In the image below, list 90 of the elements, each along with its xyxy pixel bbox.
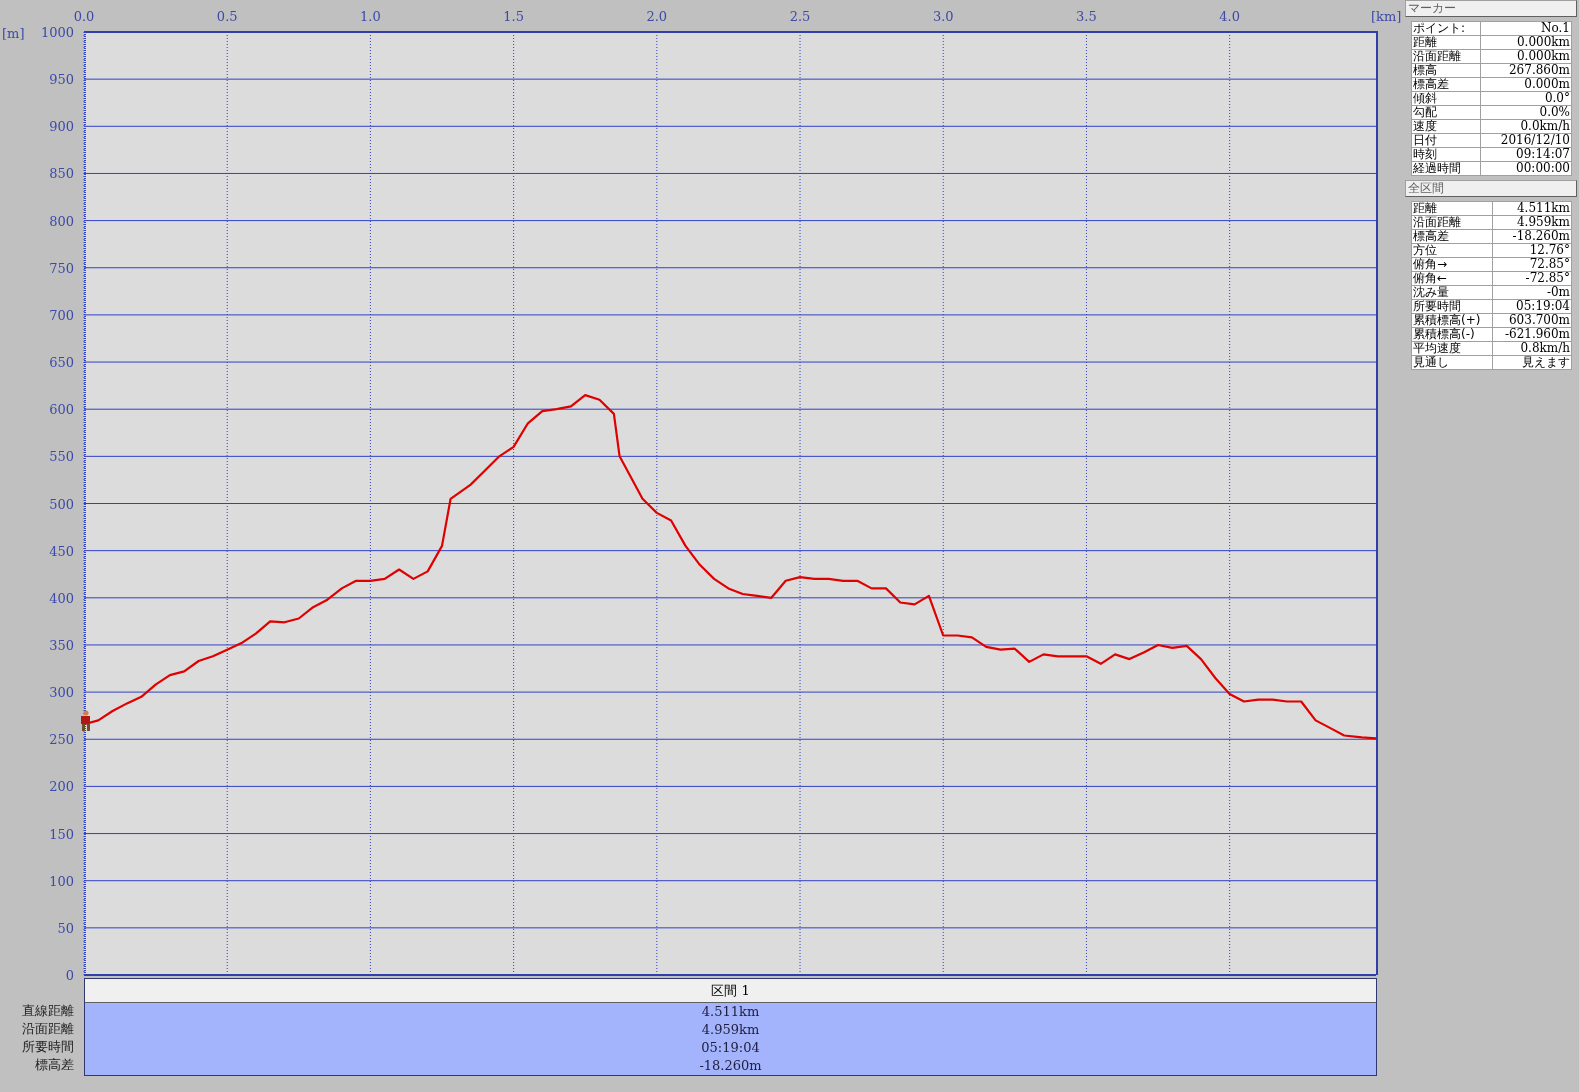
y-tick-label: 800 [49, 213, 74, 229]
info-label: 距離 [1411, 201, 1493, 216]
y-tick-label: 850 [49, 166, 74, 182]
y-tick-label: 350 [49, 637, 74, 653]
y-tick-label: 950 [49, 72, 74, 88]
info-value: 2016/12/10 [1480, 133, 1572, 148]
hiker-icon [78, 710, 93, 732]
y-tick-label: 750 [49, 260, 74, 276]
y-tick-label: 0 [65, 968, 74, 983]
row-value: 05:19:04 [700, 1039, 761, 1057]
x-tick-label: 2.0 [646, 9, 668, 24]
info-value: 0.000km [1480, 49, 1572, 64]
info-label: 方位 [1411, 243, 1493, 258]
x-tick-label: 3.0 [932, 9, 954, 24]
row-value: 4.959km [700, 1021, 761, 1039]
info-value: 05:19:04 [1492, 299, 1572, 314]
y-tick-label: 250 [49, 732, 74, 748]
info-value: 603.700m [1492, 313, 1572, 328]
row-label: 沿面距離 [21, 1020, 75, 1038]
info-value: No.1 [1480, 21, 1572, 36]
info-value: -0m [1492, 285, 1572, 300]
y-tick-label: 150 [49, 826, 74, 842]
y-tick-label: 500 [49, 496, 74, 512]
row-label: 標高差 [34, 1056, 75, 1074]
info-label: 俯角→ [1411, 257, 1493, 272]
info-value: -18.260m [1492, 229, 1572, 244]
x-tick-label: 1.0 [360, 9, 381, 24]
y-tick-label: 400 [49, 590, 74, 606]
info-label: ポイント: [1411, 21, 1481, 36]
y-tick-label: 700 [49, 307, 74, 323]
y-axis-unit: [m] [2, 26, 25, 41]
info-value: 72.85° [1492, 257, 1572, 272]
panel-header: 全区間 [1405, 180, 1577, 197]
y-tick-label: 900 [49, 119, 74, 135]
y-tick-label: 550 [49, 449, 74, 465]
panel-header: マーカー [1405, 0, 1577, 17]
info-label: 累積標高(+) [1411, 313, 1493, 328]
info-label: 傾斜 [1411, 91, 1481, 106]
info-value: 0.000km [1480, 35, 1572, 50]
x-tick-label: 2.5 [789, 9, 811, 24]
x-tick-label: 0.5 [216, 9, 238, 24]
info-label: 経過時間 [1411, 161, 1481, 176]
y-tick-label: 100 [49, 873, 74, 889]
info-value: 見えます [1492, 355, 1572, 370]
info-label: 沿面距離 [1411, 215, 1493, 230]
info-label: 見通し [1411, 355, 1493, 370]
info-label: 勾配 [1411, 105, 1481, 120]
y-tick-label: 300 [49, 685, 74, 701]
info-value: 0.000m [1480, 77, 1572, 92]
x-axis-unit: [km] [1371, 9, 1402, 24]
info-label: 標高差 [1411, 77, 1481, 92]
info-label: 速度 [1411, 119, 1481, 134]
y-tick-label: 200 [49, 779, 74, 795]
info-value: 0.0° [1480, 91, 1572, 106]
y-tick-label: 1000 [40, 25, 74, 40]
info-label: 沈み量 [1411, 285, 1493, 300]
info-label: 時刻 [1411, 147, 1481, 162]
info-label: 所要時間 [1411, 299, 1493, 314]
info-label: 沿面距離 [1411, 49, 1481, 64]
info-value: 0.8km/h [1492, 341, 1572, 356]
row-value: 4.511km [700, 1003, 761, 1021]
x-tick-label: 4.0 [1219, 9, 1240, 24]
y-tick-label: 50 [57, 920, 74, 936]
info-label: 標高差 [1411, 229, 1493, 244]
info-value: 12.76° [1492, 243, 1572, 258]
info-value: 0.0% [1480, 105, 1572, 120]
info-value: 4.959km [1492, 215, 1572, 230]
section-header: 区間 1 [85, 979, 1376, 1003]
x-tick-label: 3.5 [1076, 9, 1097, 24]
info-value: 00:00:00 [1480, 161, 1572, 176]
info-label: 俯角← [1411, 271, 1493, 286]
x-tick-label: 1.5 [503, 9, 524, 24]
info-label: 標高 [1411, 63, 1481, 78]
info-label: 平均速度 [1411, 341, 1493, 356]
info-value: -72.85° [1492, 271, 1572, 286]
y-tick-label: 650 [49, 355, 74, 371]
info-value: -621.960m [1492, 327, 1572, 342]
row-label: 直線距離 [21, 1002, 75, 1020]
y-tick-label: 600 [49, 402, 74, 418]
x-tick-label: 0.0 [73, 9, 95, 24]
info-value: 0.0km/h [1480, 119, 1572, 134]
y-tick-label: 450 [49, 543, 74, 559]
info-label: 累積標高(-) [1411, 327, 1493, 342]
row-label: 所要時間 [21, 1038, 75, 1056]
info-label: 日付 [1411, 133, 1481, 148]
info-value: 4.511km [1492, 201, 1572, 216]
info-value: 09:14:07 [1480, 147, 1572, 162]
row-value: -18.260m [698, 1057, 763, 1075]
info-value: 267.860m [1480, 63, 1572, 78]
info-label: 距離 [1411, 35, 1481, 50]
